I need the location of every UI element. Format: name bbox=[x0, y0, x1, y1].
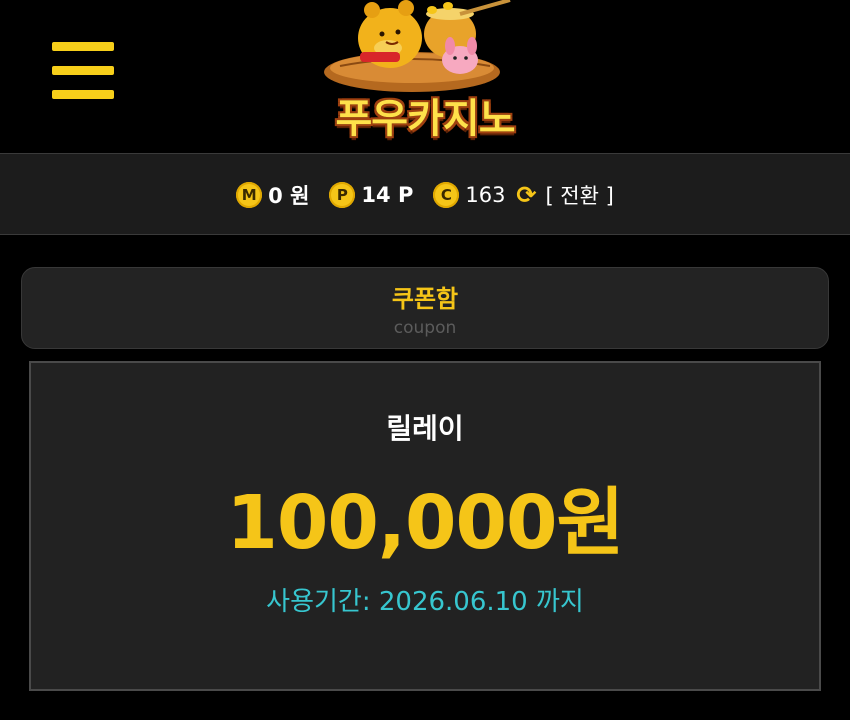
wallet-status-bar: M 0 원 P 14 P C 163 ⟳ [ 전환 ] bbox=[0, 153, 850, 235]
coupon-card[interactable]: 릴레이 100,000원 사용기간: 2026.06.10 까지 bbox=[29, 361, 821, 691]
coupon-section-subtitle: coupon bbox=[393, 318, 457, 338]
c-coin-icon: C bbox=[433, 182, 460, 208]
coin-value: 163 bbox=[465, 183, 506, 207]
coupon-amount: 100,000원 bbox=[226, 480, 624, 566]
point-value: 14 P bbox=[361, 183, 414, 207]
hamburger-menu-icon[interactable] bbox=[52, 42, 114, 100]
brand-logo[interactable]: 푸우카지노 bbox=[300, 0, 550, 150]
point-balance: P 14 P bbox=[329, 182, 413, 208]
convert-button[interactable]: [ 전환 ] bbox=[545, 180, 613, 210]
refresh-icon[interactable]: ⟳ bbox=[513, 181, 539, 209]
brand-name: 푸우카지노 bbox=[335, 96, 516, 142]
money-balance: M 0 원 bbox=[236, 180, 309, 210]
money-coin-icon: M bbox=[236, 182, 263, 208]
point-coin-icon: P bbox=[329, 182, 356, 208]
money-value: 0 원 bbox=[268, 184, 310, 208]
coin-balance: C 163 bbox=[433, 182, 505, 208]
coupon-expiry: 사용기간: 2026.06.10 까지 bbox=[266, 587, 584, 617]
coupon-section-title: 쿠폰함 bbox=[391, 285, 459, 313]
top-header: 푸우카지노 bbox=[0, 0, 850, 153]
pooh-mascot-icon bbox=[324, 0, 511, 92]
coupon-name: 릴레이 bbox=[386, 412, 464, 445]
coupon-section-header: 쿠폰함 coupon bbox=[21, 267, 829, 349]
